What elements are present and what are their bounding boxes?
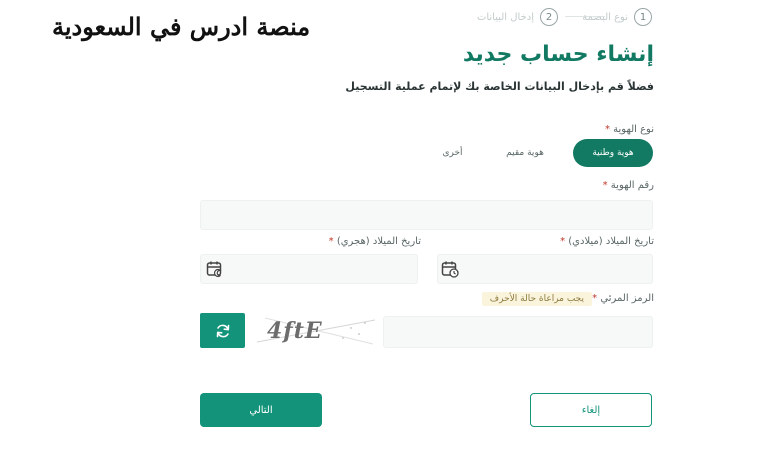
captcha-label: الرمز المرئي * — [592, 293, 654, 304]
step-number: 2 — [540, 8, 558, 26]
captcha-text: 4ftE — [267, 318, 323, 344]
page-subtitle: فضلاً قم بإدخال البيانات الخاصة بك لإتما… — [345, 80, 654, 93]
captcha-refresh-button[interactable] — [200, 313, 245, 348]
required-mark: * — [604, 124, 610, 135]
step-label: نوع البصمة — [582, 11, 628, 23]
id-type-option-national[interactable]: هوية وطنية — [573, 139, 653, 167]
id-number-label-text: رقم الهوية — [610, 180, 654, 191]
calendar-icon[interactable] — [441, 260, 459, 282]
captcha-label-text: الرمز المرئي — [600, 293, 654, 304]
captcha-case-hint: يجب مراعاة حالة الأحرف — [481, 292, 592, 306]
step-label: إدخال البيانات — [476, 11, 534, 23]
stepper-step-1: 1 نوع البصمة — [582, 6, 652, 28]
captcha-input[interactable] — [383, 316, 653, 348]
required-mark: * — [328, 236, 334, 247]
id-type-option-resident[interactable]: هوية مقيم — [490, 139, 560, 167]
birth-hijri-input[interactable] — [200, 254, 418, 284]
id-type-label: نوع الهوية * — [605, 124, 654, 135]
page-title: إنشاء حساب جديد — [462, 42, 654, 67]
calendar-icon[interactable] — [206, 260, 224, 282]
cancel-button[interactable]: إلغاء — [530, 393, 652, 427]
next-button[interactable]: التالي — [200, 393, 322, 427]
id-number-label: رقم الهوية * — [603, 180, 654, 191]
id-number-input[interactable] — [200, 200, 653, 230]
birth-hijri-label-text: تاريخ الميلاد (هجري) — [336, 236, 421, 247]
stepper-step-2: 2 إدخال البيانات — [477, 6, 558, 28]
required-mark: * — [592, 293, 598, 304]
birth-hijri-label: تاريخ الميلاد (هجري) * — [329, 236, 421, 247]
captcha-image: 4ftE — [255, 314, 380, 348]
refresh-icon — [216, 324, 229, 337]
birth-gregorian-label-text: تاريخ الميلاد (ميلادي) — [568, 236, 654, 247]
required-mark: * — [560, 236, 566, 247]
step-number: 1 — [634, 8, 652, 26]
birth-gregorian-label: تاريخ الميلاد (ميلادي) * — [560, 236, 654, 247]
birth-gregorian-input[interactable] — [437, 254, 653, 284]
id-type-option-other[interactable]: أخرى — [425, 139, 480, 167]
required-mark: * — [602, 180, 608, 191]
site-watermark-title: منصة ادرس في السعودية — [52, 12, 311, 41]
id-type-label-text: نوع الهوية — [613, 124, 654, 135]
